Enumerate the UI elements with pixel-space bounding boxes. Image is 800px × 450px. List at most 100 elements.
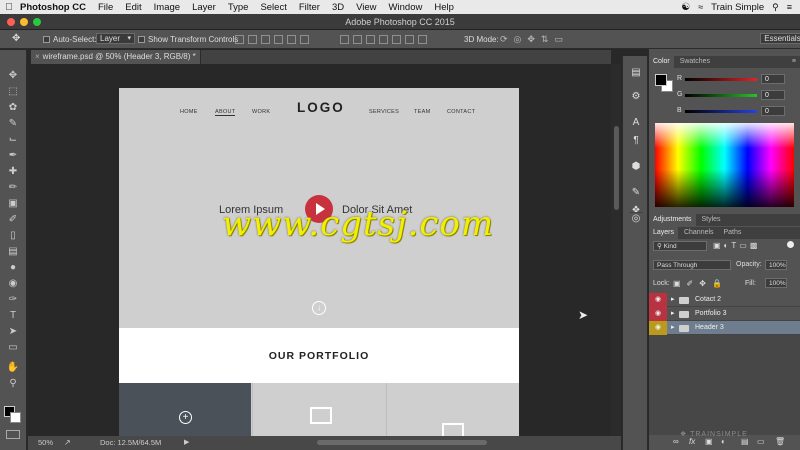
layer-visibility-icon[interactable]: ◉: [649, 293, 667, 307]
menu-app-name[interactable]: Photoshop CC: [18, 2, 92, 13]
distribute-top-icon[interactable]: [340, 35, 349, 45]
status-menu-arrow-icon[interactable]: ▶: [184, 436, 189, 450]
move-tool-icon[interactable]: ✥: [12, 33, 20, 44]
nav-team[interactable]: TEAM: [414, 109, 430, 115]
filter-toggle-icon[interactable]: [787, 241, 794, 248]
menu-view[interactable]: View: [350, 2, 382, 13]
lock-icons[interactable]: ▣✐✥🔒: [673, 279, 728, 288]
menu-edit[interactable]: Edit: [119, 2, 147, 13]
align-hcenter-icon[interactable]: [287, 35, 296, 45]
distribute-vcenter-icon[interactable]: [353, 35, 362, 45]
horizontal-scroll-thumb[interactable]: [317, 440, 487, 445]
layer-row[interactable]: ◉ ▸ Cotact 2: [649, 293, 800, 307]
nav-work[interactable]: WORK: [252, 109, 270, 115]
green-slider[interactable]: [685, 94, 757, 97]
nav-contact[interactable]: CONTACT: [447, 109, 475, 115]
portfolio-cell-2[interactable]: [252, 383, 385, 436]
3d-mode-icons[interactable]: ⟳◎✥⇅▭: [500, 34, 569, 45]
layer-visibility-icon[interactable]: ◉: [649, 321, 667, 335]
layer-comps-icon[interactable]: ◎: [629, 212, 643, 226]
healing-brush-tool-icon[interactable]: ✚: [5, 165, 21, 179]
nav-home[interactable]: HOME: [180, 109, 198, 115]
new-layer-icon[interactable]: ▭: [757, 437, 765, 446]
layer-filter-kind-dropdown[interactable]: ⚲ Kind: [653, 241, 707, 251]
type-tool-icon[interactable]: T: [5, 309, 21, 323]
brush-presets-icon[interactable]: ✎: [629, 186, 643, 200]
3d-panel-icon[interactable]: ⬢: [629, 160, 643, 174]
add-icon[interactable]: +: [179, 411, 192, 424]
distribute-hcenter-icon[interactable]: [392, 35, 401, 45]
notification-center-icon[interactable]: ≡: [787, 2, 792, 12]
tab-styles[interactable]: Styles: [697, 214, 724, 226]
layer-name[interactable]: Header 3: [695, 321, 724, 335]
eyedropper-tool-icon[interactable]: ✒: [5, 149, 21, 163]
portfolio-cell-3[interactable]: [386, 383, 519, 436]
foreground-color-swatch[interactable]: [655, 74, 667, 86]
background-color-swatch[interactable]: [10, 412, 21, 423]
quick-mask-icon[interactable]: [6, 430, 20, 439]
document-tab[interactable]: × wireframe.psd @ 50% (Header 3, RGB/8) *: [31, 50, 201, 64]
align-vcenter-icon[interactable]: [248, 35, 257, 45]
align-bottom-icon[interactable]: [261, 35, 270, 45]
adjustment-layer-icon[interactable]: ◐: [721, 437, 726, 446]
blend-mode-dropdown[interactable]: Pass Through: [653, 260, 731, 270]
scroll-down-icon[interactable]: ↓: [312, 301, 326, 315]
apple-icon[interactable]: : [0, 2, 18, 13]
paragraph-panel-icon[interactable]: ¶: [629, 134, 643, 148]
vertical-scroll-thumb[interactable]: [614, 126, 619, 210]
creative-cloud-icon[interactable]: ☯: [681, 2, 690, 13]
blue-value[interactable]: 0: [761, 106, 785, 116]
tab-color[interactable]: Color: [649, 56, 674, 68]
green-value[interactable]: 0: [761, 90, 785, 100]
nav-about[interactable]: ABOUT: [215, 109, 236, 116]
fill-value[interactable]: 100%: [765, 278, 787, 288]
properties-panel-icon[interactable]: ⚙: [629, 90, 643, 104]
marquee-tool-icon[interactable]: ⬚: [5, 85, 21, 99]
portfolio-cell-1[interactable]: +: [119, 383, 251, 436]
panel-menu-icon[interactable]: ≡: [792, 56, 796, 68]
delete-layer-icon[interactable]: 🗑: [775, 437, 785, 446]
color-spectrum[interactable]: [655, 123, 794, 207]
auto-select-target-dropdown[interactable]: Layer: [96, 33, 136, 44]
spotlight-icon[interactable]: ⚲: [772, 2, 779, 13]
auto-select-checkbox[interactable]: [43, 36, 50, 44]
hand-tool-icon[interactable]: ✋: [5, 361, 21, 375]
align-top-icon[interactable]: [235, 35, 244, 45]
menu-layer[interactable]: Layer: [186, 2, 222, 13]
link-layers-icon[interactable]: ∞: [673, 437, 679, 446]
expand-arrow-icon[interactable]: ▸: [671, 307, 675, 321]
blur-tool-icon[interactable]: ●: [5, 261, 21, 275]
brush-tool-icon[interactable]: ✏: [5, 181, 21, 195]
zoom-level[interactable]: 50%: [38, 436, 53, 450]
history-panel-icon[interactable]: ▤: [629, 66, 643, 80]
opacity-value[interactable]: 100%: [765, 260, 787, 270]
workspace-dropdown[interactable]: Essentials: [760, 33, 800, 44]
path-selection-tool-icon[interactable]: ➤: [5, 325, 21, 339]
lasso-tool-icon[interactable]: ✿: [5, 101, 21, 115]
layer-row[interactable]: ◉ ▸ Portfolio 3: [649, 307, 800, 321]
tab-paths[interactable]: Paths: [720, 227, 746, 239]
character-panel-icon[interactable]: A: [629, 116, 643, 130]
menu-3d[interactable]: 3D: [326, 2, 350, 13]
zoom-tool-icon[interactable]: ⚲: [5, 377, 21, 391]
layer-visibility-icon[interactable]: ◉: [649, 307, 667, 321]
tab-channels[interactable]: Channels: [680, 227, 718, 239]
rectangle-tool-icon[interactable]: ▭: [5, 341, 21, 355]
eraser-tool-icon[interactable]: ▯: [5, 229, 21, 243]
history-brush-tool-icon[interactable]: ✐: [5, 213, 21, 227]
share-icon[interactable]: ↗: [64, 436, 71, 450]
close-window-icon[interactable]: [7, 18, 15, 26]
move-tool-icon[interactable]: ✥: [5, 69, 21, 83]
layer-name[interactable]: Cotact 2: [695, 293, 721, 307]
quick-select-tool-icon[interactable]: ✎: [5, 117, 21, 131]
close-tab-icon[interactable]: ×: [35, 52, 40, 61]
menu-help[interactable]: Help: [428, 2, 460, 13]
distribute-left-icon[interactable]: [379, 35, 388, 45]
align-left-icon[interactable]: [274, 35, 283, 45]
distribute-right-icon[interactable]: [405, 35, 414, 45]
clone-stamp-tool-icon[interactable]: ▣: [5, 197, 21, 211]
layer-name[interactable]: Portfolio 3: [695, 307, 727, 321]
layer-mask-icon[interactable]: ▣: [705, 437, 713, 446]
artboard[interactable]: HOME ABOUT WORK LOGO SERVICES TEAM CONTA…: [119, 88, 519, 436]
wifi-icon[interactable]: ≈: [698, 2, 703, 12]
